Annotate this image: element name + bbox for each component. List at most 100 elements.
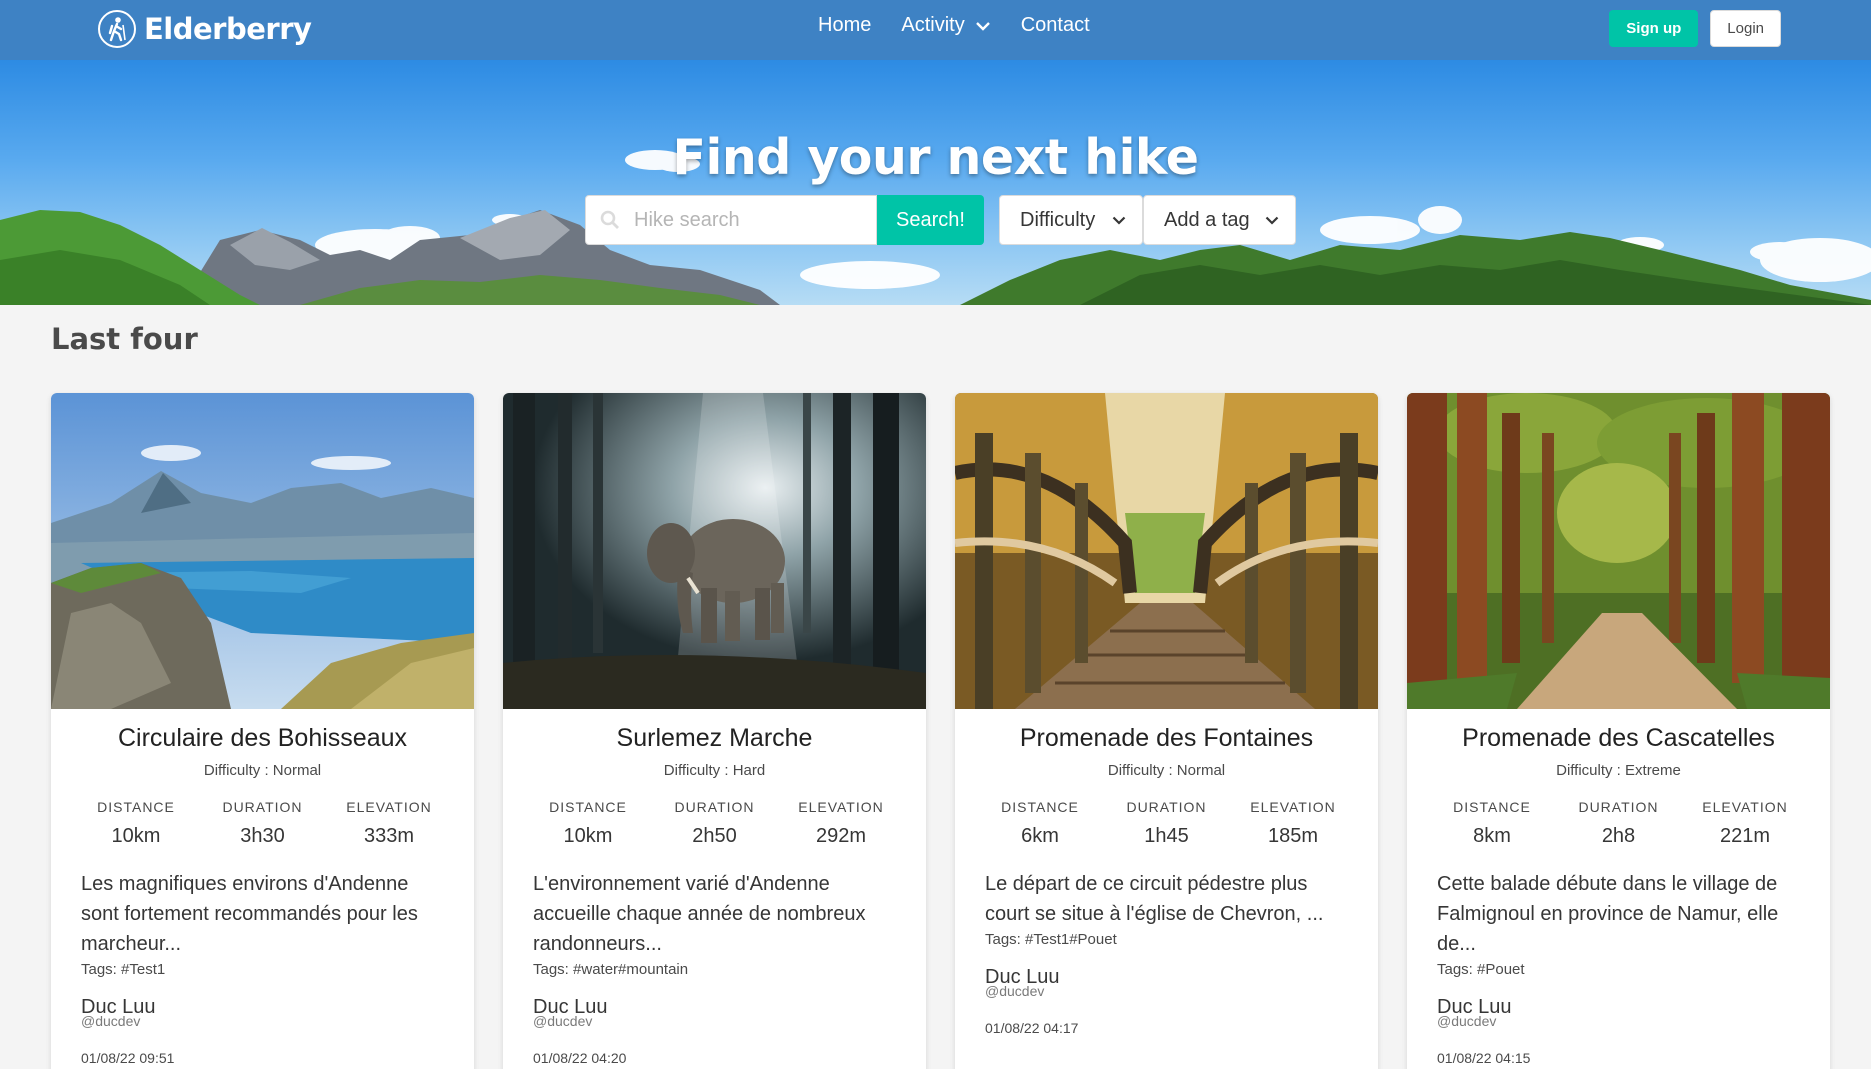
hike-title[interactable]: Promenade des Cascatelles	[1407, 724, 1830, 753]
hero-title: Find your next hike	[672, 129, 1199, 186]
brand-name: Elderberry	[144, 12, 312, 46]
stat-label: DISTANCE	[549, 799, 627, 815]
hike-description: Cette balade débute dans le village de F…	[1437, 873, 1779, 955]
stat-value: 8km	[1473, 825, 1511, 847]
hike-stats: DISTANCE 10km DURATION 3h30 ELEVATION 333m	[81, 799, 444, 848]
hike-description: Le départ de ce circuit pédestre plus co…	[985, 873, 1324, 925]
elephant-forest-photo	[503, 393, 926, 709]
tag-dropdown[interactable]: Add a tag	[1143, 195, 1296, 245]
navbar: Elderberry Home Activity Contact Sign up…	[0, 0, 1871, 60]
hike-tags: Tags: #Test1	[81, 961, 166, 978]
brand-link[interactable]: Elderberry	[98, 6, 312, 52]
chevron-down-icon	[1112, 216, 1126, 225]
stat-label: DISTANCE	[1001, 799, 1079, 815]
chevron-down-icon	[1265, 216, 1279, 225]
nav-activity-dropdown[interactable]: Activity	[901, 14, 990, 37]
hike-title[interactable]: Surlemez Marche	[503, 724, 926, 753]
stat-value: 333m	[363, 825, 415, 847]
wooden-bridge-photo	[955, 393, 1378, 709]
hike-stats: DISTANCE 10km DURATION 2h50 ELEVATION 292m	[533, 799, 896, 848]
stat-distance: DISTANCE 6km	[985, 799, 1095, 848]
stat-elevation: ELEVATION 185m	[1238, 799, 1348, 848]
hike-stats: DISTANCE 6km DURATION 1h45 ELEVATION 185m	[985, 799, 1348, 848]
hike-tags: Tags: #Pouet	[1437, 961, 1525, 978]
stat-value: 292m	[815, 825, 867, 847]
stat-elevation: ELEVATION 292m	[786, 799, 896, 848]
stat-label: ELEVATION	[1702, 799, 1788, 815]
tag-dropdown-label: Add a tag	[1164, 208, 1250, 231]
hike-stats: DISTANCE 8km DURATION 2h8 ELEVATION 221m	[1437, 799, 1800, 848]
hike-difficulty: Difficulty : Normal	[203, 762, 322, 779]
hike-difficulty: Difficulty : Hard	[663, 762, 766, 779]
stat-duration: DURATION 3h30	[208, 799, 318, 848]
difficulty-dropdown[interactable]: Difficulty	[999, 195, 1143, 245]
stat-label: DURATION	[1578, 799, 1659, 815]
hike-tags: Tags: #water#mountain	[533, 961, 689, 978]
stat-label: DURATION	[1126, 799, 1207, 815]
nav-contact[interactable]: Contact	[1021, 14, 1090, 37]
hike-title[interactable]: Promenade des Fontaines	[955, 724, 1378, 753]
stat-distance: DISTANCE 10km	[533, 799, 643, 848]
hike-card-image[interactable]	[1407, 393, 1830, 709]
stat-label: DISTANCE	[97, 799, 175, 815]
author-handle: @ducdev	[81, 1013, 141, 1029]
stat-label: ELEVATION	[346, 799, 432, 815]
hike-description: L'environnement varié d'Andenne accueill…	[533, 873, 866, 955]
stat-duration: DURATION 2h50	[660, 799, 770, 848]
hike-date: 01/08/22 04:20	[533, 1050, 627, 1066]
stat-elevation: ELEVATION 221m	[1690, 799, 1800, 848]
nav-links: Home Activity Contact	[818, 14, 1090, 37]
stat-value: 10km	[111, 825, 161, 847]
stat-duration: DURATION 2h8	[1564, 799, 1674, 848]
chevron-down-icon	[975, 21, 990, 31]
hike-difficulty: Difficulty : Extreme	[1556, 762, 1681, 779]
stat-label: ELEVATION	[1250, 799, 1336, 815]
difficulty-dropdown-label: Difficulty	[1020, 208, 1096, 231]
hike-card-image[interactable]	[51, 393, 474, 709]
stat-label: DURATION	[222, 799, 303, 815]
hike-card-image[interactable]	[503, 393, 926, 709]
stat-value: 221m	[1719, 825, 1771, 847]
signup-button[interactable]: Sign up	[1609, 10, 1699, 47]
stat-value: 2h50	[692, 825, 737, 847]
hike-date: 01/08/22 09:51	[81, 1050, 175, 1066]
stat-value: 6km	[1021, 825, 1059, 847]
nav-activity-label: Activity	[901, 14, 965, 36]
stat-duration: DURATION 1h45	[1112, 799, 1222, 848]
stat-value: 10km	[563, 825, 613, 847]
login-button[interactable]: Login	[1710, 10, 1781, 47]
hike-card-image[interactable]	[955, 393, 1378, 709]
search-field	[585, 195, 877, 245]
hike-date: 01/08/22 04:15	[1437, 1050, 1531, 1066]
stat-value: 185m	[1267, 825, 1319, 847]
hike-description: Les magnifiques environs d'Andenne sont …	[81, 873, 418, 955]
hike-title[interactable]: Circulaire des Bohisseaux	[51, 724, 474, 753]
author-handle: @ducdev	[533, 1013, 593, 1029]
search-icon	[600, 210, 619, 229]
author-handle: @ducdev	[985, 983, 1045, 999]
nav-actions: Sign up Login	[1609, 10, 1781, 47]
hiker-logo-icon	[98, 10, 136, 48]
hike-search-input[interactable]	[634, 208, 854, 232]
stat-value: 2h8	[1601, 825, 1636, 847]
stat-value: 1h45	[1144, 825, 1189, 847]
stat-value: 3h30	[240, 825, 285, 847]
forest-path-photo	[1407, 393, 1830, 709]
section-title: Last four	[51, 322, 198, 356]
nav-home[interactable]: Home	[818, 14, 871, 37]
lake-mountain-photo	[51, 393, 474, 709]
stat-label: DURATION	[674, 799, 755, 815]
search-button[interactable]: Search!	[877, 195, 984, 245]
hike-card[interactable]: Circulaire des Bohisseaux Difficulty : N…	[51, 393, 474, 1069]
hike-difficulty: Difficulty : Normal	[1107, 762, 1226, 779]
hero-banner: Find your next hike Search! Difficulty A…	[0, 60, 1871, 305]
hike-card[interactable]: Promenade des Cascatelles Difficulty : E…	[1407, 393, 1830, 1069]
author-handle: @ducdev	[1437, 1013, 1497, 1029]
hike-tags: Tags: #Test1#Pouet	[985, 931, 1117, 948]
hike-card[interactable]: Surlemez Marche Difficulty : Hard DISTAN…	[503, 393, 926, 1069]
stat-label: DISTANCE	[1453, 799, 1531, 815]
stat-distance: DISTANCE 10km	[81, 799, 191, 848]
stat-distance: DISTANCE 8km	[1437, 799, 1547, 848]
hike-date: 01/08/22 04:17	[985, 1020, 1079, 1036]
hike-card[interactable]: Promenade des Fontaines Difficulty : Nor…	[955, 393, 1378, 1069]
